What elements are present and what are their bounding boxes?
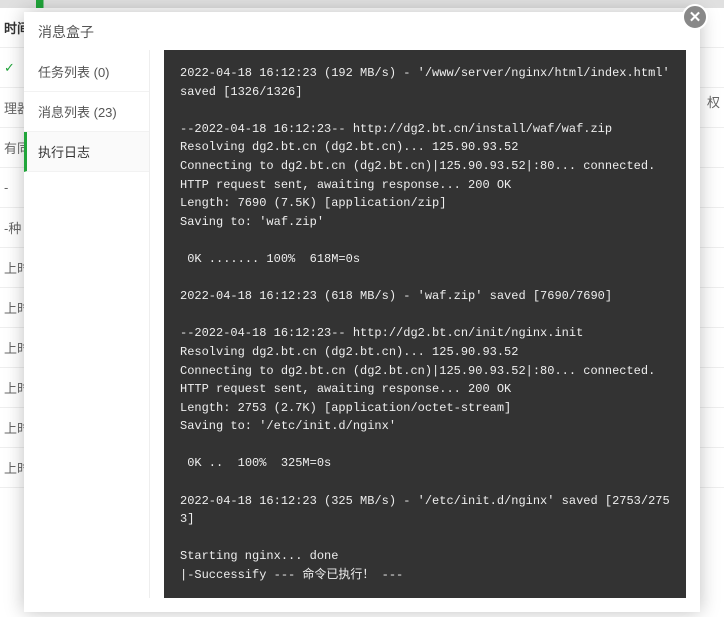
message-box-modal: ✕ 消息盒子 任务列表 (0)消息列表 (23)执行日志 2022-04-18 … [24,12,700,612]
modal-body: 任务列表 (0)消息列表 (23)执行日志 2022-04-18 16:12:2… [24,50,700,612]
modal-title: 消息盒子 [24,12,700,50]
tab-messages[interactable]: 消息列表 (23) [24,92,149,132]
close-button[interactable]: ✕ [682,4,708,30]
tab-log[interactable]: 执行日志 [24,132,149,172]
check-icon: ✓ [4,60,15,76]
log-panel[interactable]: 2022-04-18 16:12:23 (192 MB/s) - '/www/s… [164,50,686,598]
tab-tasks[interactable]: 任务列表 (0) [24,52,149,92]
side-tabs: 任务列表 (0)消息列表 (23)执行日志 [24,50,150,598]
auth-label: 权 [707,92,720,111]
close-icon: ✕ [689,8,702,26]
top-bar [0,0,724,8]
